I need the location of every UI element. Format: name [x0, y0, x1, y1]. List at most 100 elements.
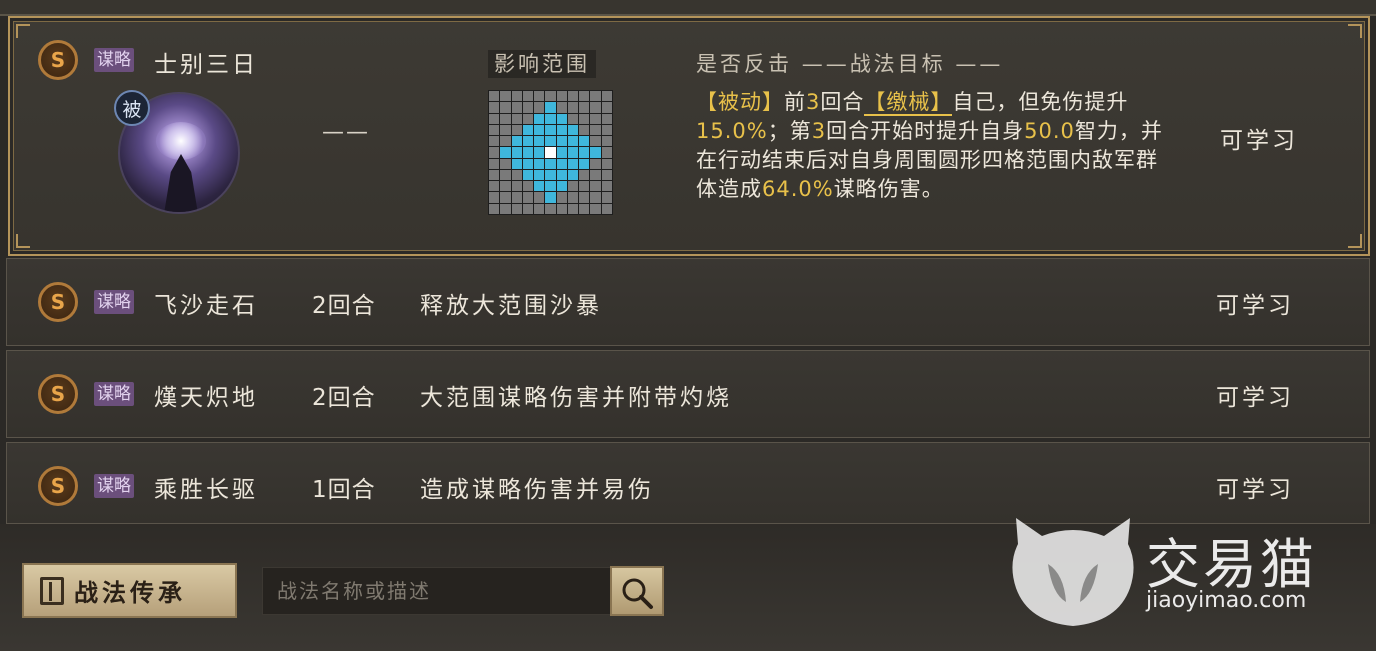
range-cell [545, 158, 556, 169]
range-cell [567, 102, 579, 113]
range-cell [500, 192, 511, 203]
range-cell [534, 203, 545, 214]
range-cell [511, 136, 522, 147]
range-cell [545, 192, 556, 203]
range-cell [601, 181, 612, 192]
range-cell [567, 203, 579, 214]
range-cell [522, 169, 534, 181]
range-cell [500, 124, 511, 136]
range-cell [579, 102, 590, 113]
range-cell [500, 181, 511, 192]
range-cell [522, 181, 534, 192]
range-cell [489, 91, 500, 102]
watermark-url: jiaoyimao.com [1146, 588, 1307, 613]
range-cell [489, 136, 500, 147]
range-cell [601, 147, 612, 158]
range-cell [534, 113, 545, 124]
learnable-button[interactable]: 可学习 [1216, 470, 1294, 504]
range-cell [590, 147, 601, 158]
range-cell [511, 113, 522, 124]
range-cell [489, 192, 500, 203]
range-cell [579, 136, 590, 147]
frame-corner [1348, 24, 1362, 38]
range-cell [545, 113, 556, 124]
range-cell [579, 91, 590, 102]
range-cell [511, 192, 522, 203]
range-cell [556, 136, 567, 147]
range-cell [534, 181, 545, 192]
range-cell [511, 147, 522, 158]
type-tag: 谋略 [94, 474, 134, 498]
type-tag: 谋略 [94, 382, 134, 406]
range-cell [601, 113, 612, 124]
range-cell [556, 192, 567, 203]
skill-rounds: 2回合 [312, 293, 376, 319]
grade-badge: S [38, 374, 78, 414]
range-cell [567, 124, 579, 136]
range-cell [545, 169, 556, 181]
skill-short-desc: 造成谋略伤害并易伤 [420, 477, 654, 503]
range-cell [522, 147, 534, 158]
learnable-button[interactable]: 可学习 [1216, 286, 1294, 320]
range-cell [601, 158, 612, 169]
cat-logo-icon [1012, 518, 1134, 626]
range-cell [590, 181, 601, 192]
range-cell [590, 91, 601, 102]
range-cell [567, 181, 579, 192]
target-dash: —— [955, 52, 1004, 76]
range-cell [522, 124, 534, 136]
grade-badge: S [38, 40, 78, 80]
range-cell [556, 169, 567, 181]
range-cell [567, 136, 579, 147]
range-cell [590, 192, 601, 203]
range-cell [522, 136, 534, 147]
search-button[interactable] [610, 566, 664, 616]
search-input[interactable] [262, 567, 612, 615]
range-cell [579, 203, 590, 214]
range-cell [534, 124, 545, 136]
range-cell [567, 113, 579, 124]
skill-description: 【被动】前3回合【缴械】自己，但免伤提升15.0%；第3回合开始时提升自身50.… [696, 90, 1163, 201]
range-cell [601, 91, 612, 102]
range-cell [500, 102, 511, 113]
range-cell [556, 102, 567, 113]
range-cell [489, 203, 500, 214]
range-cell [601, 102, 612, 113]
skill-name: 飞沙走石 [154, 293, 258, 319]
range-cell [579, 192, 590, 203]
learnable-button[interactable]: 可学习 [1220, 121, 1298, 155]
range-cell [590, 124, 601, 136]
range-cell [556, 147, 567, 158]
range-cell [601, 124, 612, 136]
top-strip [0, 0, 1376, 16]
range-cell [522, 102, 534, 113]
range-cell [534, 136, 545, 147]
range-cell [534, 192, 545, 203]
range-cell [511, 124, 522, 136]
learnable-button[interactable]: 可学习 [1216, 378, 1294, 412]
range-cell [500, 113, 511, 124]
range-cell [522, 91, 534, 102]
range-cell [601, 169, 612, 181]
skill-name: 士别三日 [154, 52, 258, 78]
skill-short-desc: 释放大范围沙暴 [420, 293, 602, 319]
range-header: 影响范围 [488, 48, 596, 78]
range-cell [545, 91, 556, 102]
range-cell [500, 158, 511, 169]
counter-target-header: 是否反击 ——战法目标 —— [696, 52, 1004, 76]
skill-rounds: 2回合 [312, 385, 376, 411]
passive-badge: 被 [114, 90, 150, 126]
range-cell [511, 203, 522, 214]
range-cell [601, 136, 612, 147]
range-cell [500, 91, 511, 102]
range-cell [489, 169, 500, 181]
range-grid [488, 90, 613, 215]
range-cell [567, 147, 579, 158]
range-cell [545, 147, 556, 158]
skill-name: 熯天炽地 [154, 385, 258, 411]
range-cell [590, 203, 601, 214]
range-cell [590, 113, 601, 124]
range-cell [511, 158, 522, 169]
inherit-button[interactable]: 战法传承 [22, 563, 237, 618]
range-cell [590, 102, 601, 113]
